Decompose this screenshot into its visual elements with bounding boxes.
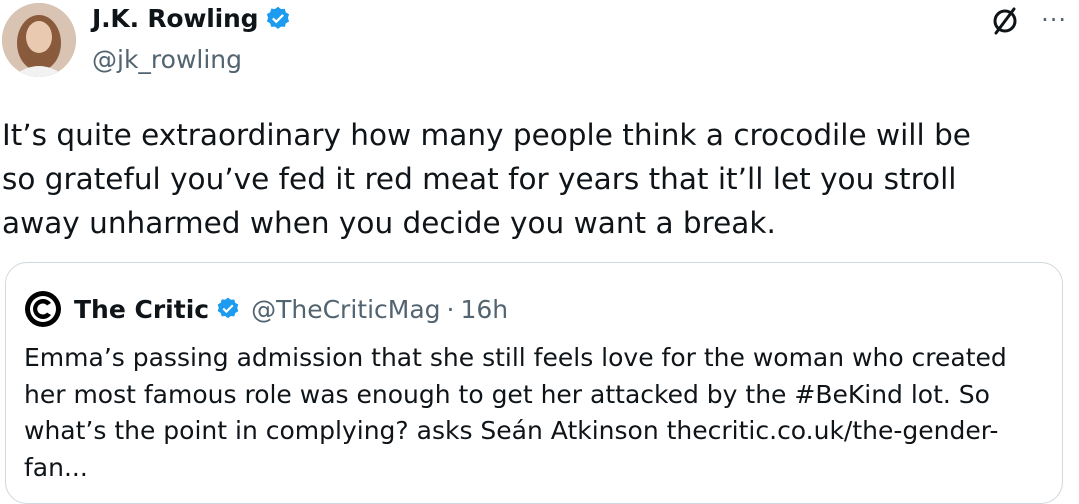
quoted-tweet-text: Emma’s passing admission that she still … <box>24 343 1007 482</box>
tweet-text: It’s quite extraordinary how many people… <box>2 118 971 240</box>
tweet-actions: ··· <box>989 4 1067 36</box>
quoted-timestamp[interactable]: 16h <box>461 295 509 324</box>
quoted-tweet[interactable]: The Critic @TheCriticMag · 16h Emma’s pa… <box>5 262 1063 504</box>
quoted-author-name[interactable]: The Critic <box>74 295 209 324</box>
author-name-row[interactable]: J.K. Rowling <box>92 4 292 33</box>
more-options-icon[interactable]: ··· <box>1041 4 1067 36</box>
quoted-tweet-header: The Critic @TheCriticMag · 16h <box>24 290 508 328</box>
author-name[interactable]: J.K. Rowling <box>92 4 259 33</box>
quoted-verified-badge-icon <box>215 296 241 322</box>
verified-badge-icon <box>264 5 292 33</box>
quoted-author-handle[interactable]: @TheCriticMag <box>251 295 440 324</box>
avatar[interactable] <box>2 3 76 77</box>
separator-dot: · <box>446 294 455 324</box>
the-critic-logo-icon[interactable] <box>24 290 62 328</box>
author-handle[interactable]: @jk_rowling <box>92 45 242 74</box>
no-symbol-icon[interactable] <box>989 4 1021 36</box>
